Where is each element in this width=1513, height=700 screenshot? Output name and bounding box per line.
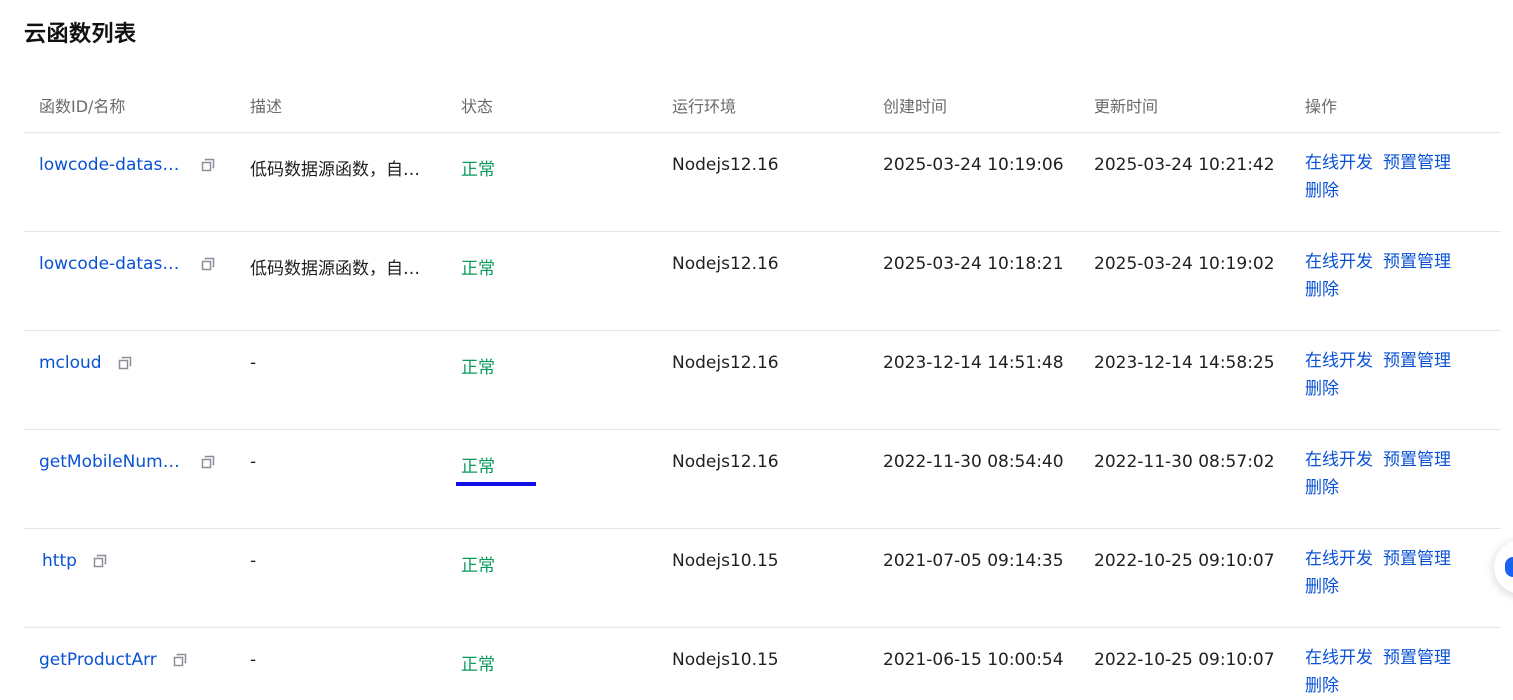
description-text: - — [250, 353, 257, 373]
header-ops: 操作 — [1305, 97, 1338, 116]
header-env: 运行环境 — [672, 97, 737, 116]
copy-icon[interactable] — [200, 157, 216, 173]
operations-cell: 在线开发 预置管理 删除 — [1305, 446, 1495, 502]
runtime-text: Nodejs10.15 — [672, 551, 779, 571]
status-text: 正常 — [461, 259, 495, 279]
description-cell: 低码数据源函数，自… — [250, 254, 420, 279]
table-row: lowcode-dataso… 低码数据源函数，自… 正常 Nodejs12.1… — [24, 133, 1501, 232]
header-status: 状态 — [461, 97, 494, 116]
cloud-functions-page: 云函数列表 函数ID/名称 描述 状态 运行环境 创建时间 更新时间 操作 lo… — [0, 0, 1513, 700]
function-name-cell: lowcode-dataso… — [39, 254, 216, 274]
header-name: 函数ID/名称 — [39, 97, 126, 116]
function-name-cell: getMobileNumber — [39, 452, 216, 472]
operations-cell: 在线开发 预置管理 删除 — [1305, 149, 1495, 205]
created-time: 2025-03-24 10:19:06 — [883, 155, 1064, 175]
operations-cell: 在线开发 预置管理 删除 — [1305, 545, 1495, 601]
operations-cell: 在线开发 预置管理 删除 — [1305, 644, 1495, 700]
function-name-cell: http — [42, 551, 108, 571]
runtime-text: Nodejs12.16 — [672, 353, 779, 373]
description-cell: - — [250, 452, 256, 472]
copy-icon[interactable] — [200, 256, 216, 272]
function-name-link[interactable]: http — [42, 551, 77, 571]
provision-manage-link[interactable]: 预置管理 — [1383, 351, 1451, 371]
provision-manage-link[interactable]: 预置管理 — [1383, 252, 1451, 272]
runtime-text: Nodejs12.16 — [672, 254, 779, 274]
function-name-link[interactable]: lowcode-dataso… — [39, 155, 185, 175]
page-title: 云函数列表 — [24, 22, 137, 47]
provision-manage-link[interactable]: 预置管理 — [1383, 450, 1451, 470]
table-row: mcloud - 正常 Nodejs12.16 2023-12-14 14:51… — [24, 331, 1501, 430]
function-name-link[interactable]: lowcode-dataso… — [39, 254, 185, 274]
status-text: 正常 — [461, 358, 495, 378]
status-text: 正常 — [461, 655, 495, 675]
header-updated: 更新时间 — [1094, 97, 1159, 116]
copy-icon[interactable] — [117, 355, 133, 371]
table-row: http - 正常 Nodejs10.15 2021-07-05 09:14:3… — [24, 529, 1501, 628]
provision-manage-link[interactable]: 预置管理 — [1383, 153, 1451, 173]
delete-link[interactable]: 删除 — [1305, 676, 1339, 696]
function-name-cell: getProductArr — [39, 650, 188, 670]
updated-time: 2022-11-30 08:57:02 — [1094, 452, 1275, 472]
provision-manage-link[interactable]: 预置管理 — [1383, 549, 1451, 569]
function-name-link[interactable]: mcloud — [39, 353, 102, 373]
develop-online-link[interactable]: 在线开发 — [1305, 351, 1373, 371]
header-created: 创建时间 — [883, 97, 948, 116]
functions-table: 函数ID/名称 描述 状态 运行环境 创建时间 更新时间 操作 lowcode-… — [24, 74, 1501, 700]
delete-link[interactable]: 删除 — [1305, 478, 1339, 498]
updated-time: 2023-12-14 14:58:25 — [1094, 353, 1275, 373]
delete-link[interactable]: 删除 — [1305, 379, 1339, 399]
table-header: 函数ID/名称 描述 状态 运行环境 创建时间 更新时间 操作 — [24, 74, 1501, 133]
runtime-text: Nodejs12.16 — [672, 452, 779, 472]
table-row: lowcode-dataso… 低码数据源函数，自… 正常 Nodejs12.1… — [24, 232, 1501, 331]
description-cell: 低码数据源函数，自… — [250, 155, 420, 180]
runtime-text: Nodejs10.15 — [672, 650, 779, 670]
updated-time: 2025-03-24 10:21:42 — [1094, 155, 1275, 175]
updated-time: 2022-10-25 09:10:07 — [1094, 650, 1275, 670]
function-name-cell: mcloud — [39, 353, 133, 373]
copy-icon[interactable] — [92, 553, 108, 569]
description-text: 低码数据源函数，自… — [250, 160, 420, 180]
description-cell: - — [250, 551, 256, 571]
updated-time: 2022-10-25 09:10:07 — [1094, 551, 1275, 571]
delete-link[interactable]: 删除 — [1305, 577, 1339, 597]
description-text: - — [250, 650, 257, 670]
operations-cell: 在线开发 预置管理 删除 — [1305, 347, 1495, 403]
updated-time: 2025-03-24 10:19:02 — [1094, 254, 1275, 274]
develop-online-link[interactable]: 在线开发 — [1305, 450, 1373, 470]
table-row: getProductArr - 正常 Nodejs10.15 2021-06-1… — [24, 628, 1501, 700]
develop-online-link[interactable]: 在线开发 — [1305, 252, 1373, 272]
copy-icon[interactable] — [172, 652, 188, 668]
description-cell: - — [250, 650, 256, 670]
function-name-link[interactable]: getProductArr — [39, 650, 157, 670]
develop-online-link[interactable]: 在线开发 — [1305, 153, 1373, 173]
description-cell: - — [250, 353, 256, 373]
function-name-link[interactable]: getMobileNumber — [39, 452, 185, 472]
status-text: 正常 — [461, 457, 495, 477]
operations-cell: 在线开发 预置管理 删除 — [1305, 248, 1495, 304]
status-text: 正常 — [461, 160, 495, 180]
delete-link[interactable]: 删除 — [1305, 181, 1339, 201]
develop-online-link[interactable]: 在线开发 — [1305, 549, 1373, 569]
created-time: 2025-03-24 10:18:21 — [883, 254, 1064, 274]
delete-link[interactable]: 删除 — [1305, 280, 1339, 300]
status-text: 正常 — [461, 556, 495, 576]
header-desc: 描述 — [250, 97, 283, 116]
description-text: - — [250, 452, 257, 472]
description-text: 低码数据源函数，自… — [250, 259, 420, 279]
description-text: - — [250, 551, 257, 571]
created-time: 2023-12-14 14:51:48 — [883, 353, 1064, 373]
created-time: 2022-11-30 08:54:40 — [883, 452, 1064, 472]
assistant-icon — [1505, 557, 1513, 577]
created-time: 2021-07-05 09:14:35 — [883, 551, 1064, 571]
develop-online-link[interactable]: 在线开发 — [1305, 648, 1373, 668]
highlight-underline — [456, 482, 536, 486]
provision-manage-link[interactable]: 预置管理 — [1383, 648, 1451, 668]
created-time: 2021-06-15 10:00:54 — [883, 650, 1064, 670]
table-row: getMobileNumber - 正常 Nodejs12.16 2022-11… — [24, 430, 1501, 529]
runtime-text: Nodejs12.16 — [672, 155, 779, 175]
function-name-cell: lowcode-dataso… — [39, 155, 216, 175]
copy-icon[interactable] — [200, 454, 216, 470]
